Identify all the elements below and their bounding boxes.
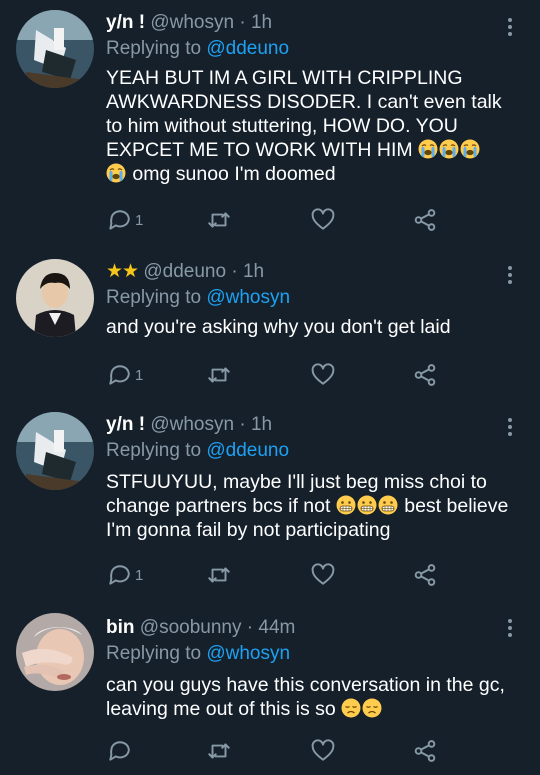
retweet-icon (206, 738, 232, 764)
separator: · (231, 261, 238, 282)
tweet-text: and you're asking why you don't get laid (106, 315, 512, 339)
replying-prefix: Replying to (106, 440, 202, 461)
handle[interactable]: @ddeuno (143, 261, 226, 282)
tweet-header: ★★ @ddeuno · 1h (106, 259, 512, 285)
like-button[interactable] (310, 207, 336, 233)
reply-button[interactable]: 1 (106, 562, 143, 588)
replying-to: Replying to @whosyn (106, 285, 512, 311)
like-button[interactable] (310, 362, 336, 388)
mention-link[interactable]: @whosyn (206, 287, 290, 308)
retweet-button[interactable] (206, 207, 232, 233)
mention-link[interactable]: @ddeuno (206, 440, 289, 461)
share-icon (412, 738, 438, 764)
replying-to: Replying to @ddeuno (106, 36, 512, 62)
grimacing-face-emoji (336, 495, 356, 515)
display-name[interactable]: ★★ (106, 261, 139, 282)
tweet-text: can you guys have this conversation in t… (106, 673, 512, 721)
timestamp[interactable]: 1h (243, 261, 264, 282)
like-button[interactable] (310, 738, 336, 764)
reply-button[interactable]: 1 (106, 207, 143, 233)
share-button[interactable] (412, 362, 438, 388)
loudly-crying-face-emoji (460, 139, 480, 159)
reply-count: 1 (135, 366, 144, 384)
reply-icon (106, 362, 132, 388)
disappointed-face-emoji (362, 698, 382, 718)
tweet-header: y/n ! @whosyn · 1h (106, 412, 512, 438)
reply-icon (106, 207, 132, 233)
disappointed-face-emoji (341, 698, 361, 718)
timestamp[interactable]: 44m (258, 617, 295, 638)
tweet-text-part: and you're asking why you don't get laid (106, 316, 451, 338)
replying-prefix: Replying to (106, 38, 202, 59)
timestamp[interactable]: 1h (251, 414, 272, 435)
timestamp[interactable]: 1h (251, 12, 272, 33)
tweet-text: STFUUYUU, maybe I'll just beg miss choi … (106, 470, 512, 542)
handle[interactable]: @soobunny (140, 617, 242, 638)
tweet-actions: 1 (106, 362, 446, 388)
avatar[interactable] (16, 412, 94, 490)
tweet-text: YEAH BUT IM A GIRL WITH CRIPPLING AWKWAR… (106, 66, 512, 186)
mention-link[interactable]: @ddeuno (206, 38, 289, 59)
separator: · (246, 617, 254, 638)
separator: · (239, 414, 246, 435)
display-name[interactable]: y/n ! (106, 414, 145, 435)
tweet-actions (106, 738, 446, 764)
avatar[interactable] (16, 10, 94, 88)
loudly-crying-face-emoji (418, 139, 438, 159)
reply-icon (106, 738, 132, 764)
tweet-text-part: can you guys have this conversation in t… (106, 674, 511, 720)
reply-icon (106, 562, 132, 588)
reply-button[interactable]: 1 (106, 362, 143, 388)
loudly-crying-face-emoji (106, 163, 126, 183)
heart-icon (310, 362, 336, 388)
replying-to: Replying to @ddeuno (106, 438, 512, 464)
retweet-icon (206, 362, 232, 388)
display-name[interactable]: bin (106, 617, 135, 638)
share-button[interactable] (412, 738, 438, 764)
tweet-actions: 1 (106, 207, 446, 233)
tweet-text-part: omg sunoo I'm doomed (132, 163, 336, 185)
replying-prefix: Replying to (106, 643, 202, 664)
share-icon (412, 207, 438, 233)
retweet-button[interactable] (206, 362, 232, 388)
retweet-icon (206, 562, 232, 588)
share-icon (412, 362, 438, 388)
tweet-3[interactable]: y/n ! @whosyn · 1h Replying to @ddeuno S… (0, 400, 540, 605)
retweet-button[interactable] (206, 738, 232, 764)
separator: · (239, 12, 246, 33)
avatar[interactable] (16, 259, 94, 337)
tweet-2[interactable]: ★★ @ddeuno · 1h Replying to @whosyn and … (0, 250, 540, 400)
display-name[interactable]: y/n ! (106, 12, 145, 33)
reply-count: 1 (135, 211, 144, 229)
avatar[interactable] (16, 613, 94, 691)
tweet-header: y/n ! @whosyn · 1h (106, 10, 512, 36)
grimacing-face-emoji (357, 495, 377, 515)
heart-icon (310, 738, 336, 764)
replying-prefix: Replying to (106, 287, 202, 308)
tweet-actions: 1 (106, 562, 446, 588)
handle[interactable]: @whosyn (150, 12, 234, 33)
share-button[interactable] (412, 207, 438, 233)
replying-to: Replying to @whosyn (106, 641, 512, 667)
reply-button[interactable] (106, 738, 135, 764)
reply-count: 1 (135, 566, 144, 584)
mention-link[interactable]: @whosyn (206, 643, 290, 664)
retweet-icon (206, 207, 232, 233)
grimacing-face-emoji (378, 495, 398, 515)
like-button[interactable] (310, 562, 336, 588)
heart-icon (310, 207, 336, 233)
loudly-crying-face-emoji (439, 139, 459, 159)
retweet-button[interactable] (206, 562, 232, 588)
tweet-4[interactable]: bin @soobunny · 44m Replying to @whosyn … (0, 605, 540, 775)
tweet-1[interactable]: y/n ! @whosyn · 1h Replying to @ddeuno Y… (0, 0, 540, 250)
tweet-header: bin @soobunny · 44m (106, 615, 512, 641)
handle[interactable]: @whosyn (150, 414, 234, 435)
share-button[interactable] (412, 562, 438, 588)
heart-icon (310, 562, 336, 588)
share-icon (412, 562, 438, 588)
